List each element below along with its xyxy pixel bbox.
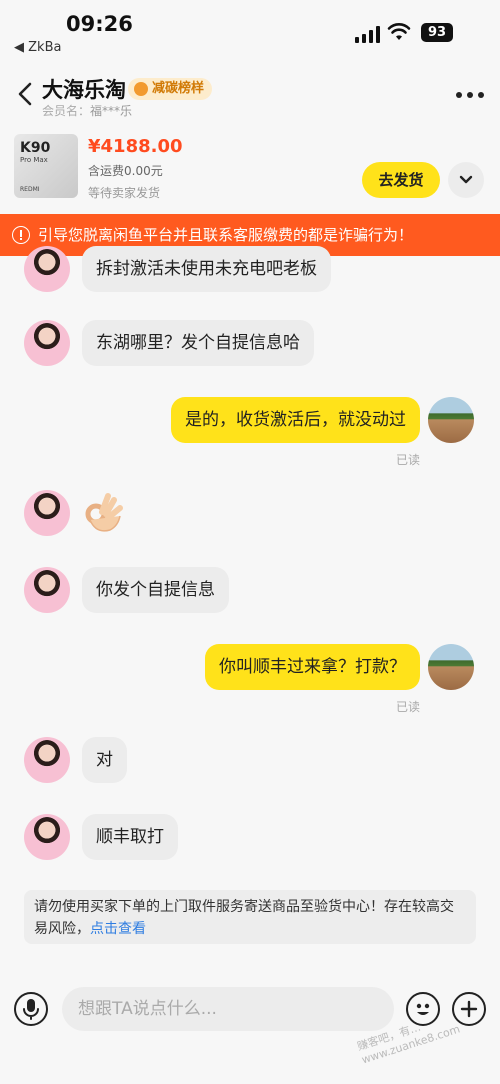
message-input[interactable]	[62, 987, 394, 1031]
shop-name[interactable]: 大海乐淘	[42, 74, 126, 104]
read-status: 已读	[396, 453, 421, 467]
order-status: 等待卖家发货	[88, 186, 161, 200]
ship-button[interactable]: 去发货	[362, 162, 440, 198]
voice-input-button[interactable]	[14, 992, 48, 1026]
thumb-brand: REDMI	[20, 186, 40, 193]
seller-avatar[interactable]	[24, 490, 70, 536]
message-bubble[interactable]: 你发个自提信息	[82, 567, 229, 613]
seller-avatar[interactable]	[24, 737, 70, 783]
status-time: 09:26	[66, 12, 133, 36]
chevron-down-icon	[459, 175, 473, 184]
expand-button[interactable]	[448, 162, 484, 198]
ok-hand-emoji-icon[interactable]	[82, 490, 126, 536]
seller-avatar[interactable]	[24, 814, 70, 860]
seller-avatar[interactable]	[24, 246, 70, 292]
message-bubble[interactable]: 你叫顺丰过来拿？打款？	[205, 644, 420, 690]
product-price: ¥4188.00	[88, 136, 183, 157]
system-notice: 请勿使用买家下单的上门取件服务寄送商品至验货中心！存在较高交易风险，点击查看	[24, 890, 476, 944]
leaf-badge-icon	[134, 82, 148, 96]
notice-link[interactable]: 点击查看	[90, 921, 146, 937]
member-value: 福***乐	[90, 104, 133, 118]
carbon-badge[interactable]: 减碳榜样	[128, 78, 213, 100]
buyer-avatar[interactable]	[428, 644, 474, 690]
seller-avatar[interactable]	[24, 320, 70, 366]
cellular-signal-icon	[355, 25, 381, 43]
member-info: 会员名：福***乐	[42, 102, 132, 119]
read-status: 已读	[396, 700, 421, 714]
warning-text: 引导您脱离闲鱼平台并且联系客服缴费的都是诈骗行为！	[38, 226, 414, 244]
status-bar: 09:26 ◀ ZkBa 93	[0, 0, 500, 60]
more-options-icon[interactable]	[456, 90, 484, 100]
thumb-subtitle: Pro Max	[20, 156, 48, 164]
chat-header: 大海乐淘 减碳榜样 会员名：福***乐	[0, 60, 500, 120]
order-product-card[interactable]: K90 Pro Max REDMI ¥4188.00 含运费0.00元 等待卖家…	[0, 126, 500, 206]
battery-indicator: 93	[421, 23, 453, 42]
message-bubble[interactable]: 是的，收货激活后，就没动过	[171, 397, 420, 443]
message-bubble[interactable]: 东湖哪里？发个自提信息哈	[82, 320, 314, 366]
message-bubble[interactable]: 对	[82, 737, 127, 783]
message-bubble[interactable]: 拆封激活未使用未充电吧老板	[82, 246, 331, 292]
badge-label: 减碳榜样	[152, 81, 205, 96]
wifi-icon	[387, 23, 411, 40]
back-to-app-link[interactable]: ◀ ZkBa	[14, 40, 61, 55]
warning-icon	[12, 226, 30, 244]
member-label: 会员名：	[42, 104, 91, 118]
seller-avatar[interactable]	[24, 567, 70, 613]
shipping-fee: 含运费0.00元	[88, 164, 163, 178]
back-arrow-icon[interactable]	[14, 80, 38, 108]
message-bubble[interactable]: 顺丰取打	[82, 814, 178, 860]
thumb-title: K90	[20, 140, 51, 156]
product-thumbnail[interactable]: K90 Pro Max REDMI	[14, 134, 78, 198]
buyer-avatar[interactable]	[428, 397, 474, 443]
microphone-icon	[23, 999, 39, 1020]
